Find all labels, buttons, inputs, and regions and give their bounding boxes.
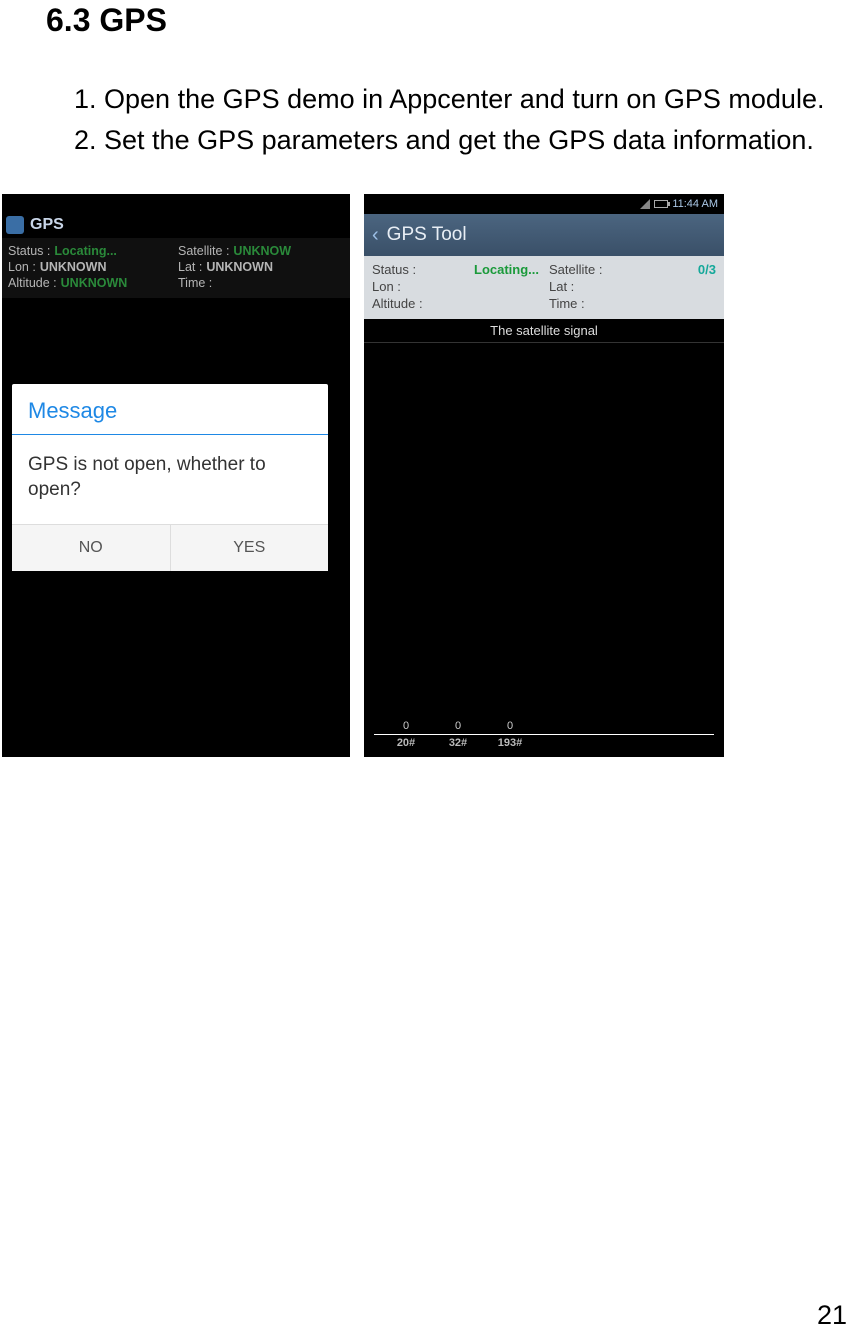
screenshot-gps-dialog: GPS Status : Locating... Satellite : UNK… — [2, 194, 350, 757]
time-label: Time : — [178, 276, 212, 290]
satellite-signal-panel: The satellite signal 0 0 0 20# 32# 193# — [364, 319, 724, 757]
x-label-1: 20# — [392, 737, 420, 749]
status-label: Status : — [8, 244, 50, 258]
satellite-row: Satellite : 0/3 — [549, 262, 716, 277]
app-title-bar: ‹ GPS Tool — [364, 214, 724, 256]
lon-row: Lon : UNKNOWN — [8, 260, 174, 274]
altitude-row: Altitude : UNKNOWN — [8, 276, 174, 290]
satellite-signal-title: The satellite signal — [364, 319, 724, 343]
lat-row: Lat : — [549, 279, 716, 294]
status-label: Status : — [372, 262, 416, 277]
battery-icon — [654, 200, 668, 208]
lon-row: Lon : — [372, 279, 539, 294]
satellite-label: Satellite : — [178, 244, 229, 258]
app-title-bar: GPS — [2, 212, 350, 238]
bar-value-2: 0 — [455, 720, 461, 732]
instruction-1: 1. Open the GPS demo in Appcenter and tu… — [30, 79, 831, 120]
altitude-label: Altitude : — [8, 276, 57, 290]
altitude-label: Altitude : — [372, 296, 423, 311]
app-title: GPS Tool — [387, 224, 467, 246]
bar-value-3: 0 — [507, 720, 513, 732]
instructions-block: 1. Open the GPS demo in Appcenter and tu… — [30, 79, 831, 160]
android-status-bar — [2, 194, 350, 212]
back-icon[interactable]: ‹ — [372, 224, 379, 247]
gps-info-panel: Status : Locating... Satellite : 0/3 Lon… — [364, 256, 724, 319]
chart-x-labels: 20# 32# 193# — [374, 737, 714, 749]
status-row: Status : Locating... — [372, 262, 539, 277]
status-value: Locating... — [474, 262, 539, 277]
gps-app-icon — [6, 216, 24, 234]
status-row: Status : Locating... — [8, 244, 174, 258]
signal-icon — [640, 199, 650, 209]
altitude-row: Altitude : — [372, 296, 539, 311]
x-label-3: 193# — [496, 737, 524, 749]
status-value: Locating... — [54, 244, 117, 258]
lat-value: UNKNOWN — [206, 260, 273, 274]
time-label: Time : — [549, 296, 585, 311]
satellite-signal-chart: 0 0 0 20# 32# 193# — [374, 720, 714, 749]
satellite-value: UNKNOW — [233, 244, 291, 258]
lon-label: Lon : — [8, 260, 36, 274]
altitude-value: UNKNOWN — [61, 276, 128, 290]
app-title: GPS — [30, 216, 64, 234]
section-heading: 6.3 GPS — [46, 2, 831, 39]
chart-bars: 0 0 0 — [374, 720, 714, 735]
lat-label: Lat : — [549, 279, 574, 294]
status-time: 11:44 AM — [672, 198, 718, 210]
dialog-title: Message — [12, 384, 328, 435]
android-status-bar: 11:44 AM — [364, 194, 724, 214]
lat-label: Lat : — [178, 260, 202, 274]
time-row: Time : — [549, 296, 716, 311]
lat-row: Lat : UNKNOWN — [178, 260, 344, 274]
dialog-no-button[interactable]: NO — [12, 525, 171, 571]
lon-value: UNKNOWN — [40, 260, 107, 274]
dialog-buttons: NO YES — [12, 524, 328, 571]
lon-label: Lon : — [372, 279, 401, 294]
gps-open-dialog: Message GPS is not open, whether to open… — [12, 384, 328, 571]
satellite-value: 0/3 — [698, 262, 716, 277]
bar-value-1: 0 — [403, 720, 409, 732]
screenshot-gps-tool: 11:44 AM ‹ GPS Tool Status : Locating...… — [364, 194, 724, 757]
dialog-body: GPS is not open, whether to open? — [12, 435, 328, 524]
screenshots-row: GPS Status : Locating... Satellite : UNK… — [2, 194, 831, 757]
time-row: Time : — [178, 276, 344, 290]
x-label-2: 32# — [444, 737, 472, 749]
dialog-yes-button[interactable]: YES — [171, 525, 329, 571]
page-number: 21 — [817, 1300, 847, 1331]
gps-info-panel: Status : Locating... Satellite : UNKNOW … — [2, 238, 350, 298]
satellite-label: Satellite : — [549, 262, 602, 277]
satellite-row: Satellite : UNKNOW — [178, 244, 344, 258]
instruction-2: 2. Set the GPS parameters and get the GP… — [30, 120, 831, 161]
